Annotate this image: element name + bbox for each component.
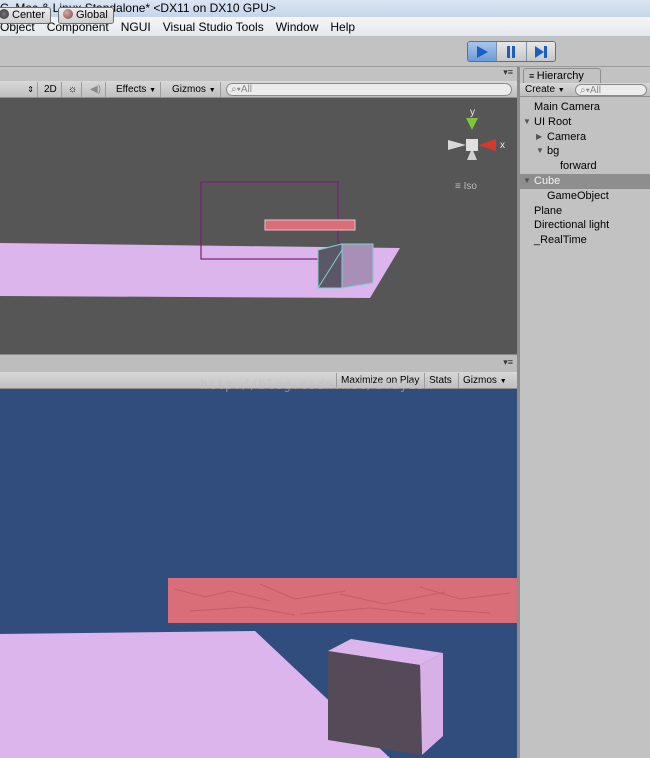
gizmo-y-cone[interactable]	[466, 118, 478, 130]
effects-dropdown[interactable]: Effects ▼	[112, 82, 162, 97]
dropdown-arrows-icon: ⇕	[27, 85, 34, 94]
hierarchy-item-label: Camera	[547, 130, 587, 143]
projection-label[interactable]: Iso	[455, 181, 477, 192]
audio-toggle[interactable]: ◀)	[86, 82, 107, 97]
gizmo-center-cube[interactable]	[466, 139, 478, 151]
hierarchy-item-label: bg	[547, 145, 560, 158]
hierarchy-item-label: Cube	[534, 174, 561, 187]
scene-search-input[interactable]: ⌕▾All	[226, 83, 512, 96]
hierarchy-item[interactable]: ▼ bg	[520, 144, 650, 159]
hierarchy-item[interactable]: Plane	[520, 204, 650, 219]
watermark: http://blog.csdn.net/afayesh	[200, 378, 434, 393]
hierarchy-item-label: GameObject	[547, 189, 609, 202]
game-view[interactable]	[0, 389, 517, 758]
chevron-down-icon: ▼	[499, 378, 507, 385]
pivot-icon	[0, 9, 9, 19]
hierarchy-item-label: Main Camera	[534, 101, 601, 113]
pivot-center-button[interactable]: Center	[0, 7, 52, 24]
gizmo-negx-cone[interactable]	[448, 140, 466, 150]
gizmo-y-label: y	[470, 107, 475, 118]
scene-view[interactable]: y x Iso	[0, 98, 517, 354]
hierarchy-list: Main Camera ▼ UI Root ▶ Camera ▼ bg forward ▼ Cub…	[520, 100, 650, 248]
sun-icon: ☼	[68, 84, 78, 95]
hierarchy-item[interactable]: _RealTime	[520, 233, 650, 248]
scene-canvas[interactable]: y x	[0, 98, 517, 354]
game-bar-sprite	[168, 578, 517, 623]
gizmo-x-label: x	[500, 140, 505, 151]
play-button[interactable]	[468, 42, 498, 61]
foldout-expanded-icon[interactable]: ▼	[523, 115, 531, 130]
hierarchy-item-label: Directional light	[534, 219, 610, 232]
search-icon: ⌕▾	[580, 85, 590, 96]
game-cube-side	[420, 653, 443, 755]
orientation-gizmo[interactable]: y x	[448, 107, 505, 160]
tab-hierarchy[interactable]: ≡ Hierarchy	[523, 68, 601, 83]
hierarchy-panel: ≡ Hierarchy Create ▼ ⌕▾All Main Camera ▼ U…	[520, 67, 650, 758]
hierarchy-item[interactable]: ▼ Cube	[520, 173, 650, 189]
pause-button[interactable]	[497, 42, 527, 61]
panel-menu-icon[interactable]: ▾≡	[503, 67, 513, 78]
list-icon: ≡	[529, 71, 537, 81]
hierarchy-item[interactable]: Directional light	[520, 218, 650, 233]
gizmos-dropdown[interactable]: Gizmos ▼	[168, 82, 221, 97]
hierarchy-item[interactable]: ▼ UI Root	[520, 115, 650, 130]
panel-menu-icon[interactable]: ▾≡	[503, 357, 513, 368]
hierarchy-item[interactable]: forward	[520, 159, 650, 174]
game-gizmos-dropdown[interactable]: Gizmos ▼	[458, 373, 511, 388]
foldout-expanded-icon[interactable]: ▼	[536, 144, 544, 159]
chevron-down-icon: ▼	[557, 87, 565, 94]
foldout-collapsed-icon[interactable]: ▶	[536, 130, 542, 145]
create-dropdown[interactable]: Create ▼	[525, 83, 565, 97]
hierarchy-item-label: Plane	[534, 204, 563, 217]
menu-ngui[interactable]: NGUI	[121, 17, 157, 37]
scene-toolbar: ⇕ 2D ☼ ◀) Effects ▼ Gizmos ▼ ⌕▾All	[0, 81, 517, 98]
game-canvas	[0, 578, 517, 758]
menu-visual-studio-tools[interactable]: Visual Studio Tools	[163, 17, 270, 37]
hierarchy-item[interactable]: ▶ Camera	[520, 130, 650, 145]
space-global-button[interactable]: Global	[58, 7, 114, 24]
chevron-down-icon: ▼	[149, 87, 157, 94]
play-icon	[477, 45, 489, 58]
step-button[interactable]	[526, 42, 555, 61]
hierarchy-toolbar: Create ▼ ⌕▾All	[520, 83, 650, 97]
scene-bar-sprite	[264, 219, 356, 231]
panel-divider: ▾≡	[0, 354, 517, 372]
hierarchy-item[interactable]: GameObject	[520, 189, 650, 204]
render-mode-dropdown[interactable]: ⇕	[0, 82, 38, 97]
hierarchy-item-label: forward	[560, 160, 597, 173]
hierarchy-item-label: UI Root	[534, 115, 572, 128]
menu-window[interactable]: Window	[276, 17, 325, 37]
hierarchy-item-label: _RealTime	[534, 234, 587, 247]
speaker-icon: ◀)	[90, 84, 102, 95]
hierarchy-item[interactable]: Main Camera	[520, 100, 650, 115]
step-icon	[534, 45, 547, 58]
foldout-expanded-icon[interactable]: ▼	[523, 174, 531, 189]
chevron-down-icon: ▼	[208, 87, 216, 94]
menu-help[interactable]: Help	[330, 17, 361, 37]
playback-controls	[467, 41, 556, 62]
pause-icon	[507, 45, 516, 58]
globe-icon	[63, 9, 73, 19]
search-icon: ⌕▾	[231, 84, 241, 95]
lighting-toggle[interactable]: ☼	[64, 82, 83, 97]
game-cube-front	[328, 651, 422, 755]
hierarchy-search-input[interactable]: ⌕▾All	[575, 84, 647, 96]
scene-tab-strip: ▾≡	[0, 67, 517, 81]
mode-2d-toggle[interactable]: 2D	[40, 82, 62, 97]
gizmo-x-cone[interactable]	[478, 139, 496, 151]
